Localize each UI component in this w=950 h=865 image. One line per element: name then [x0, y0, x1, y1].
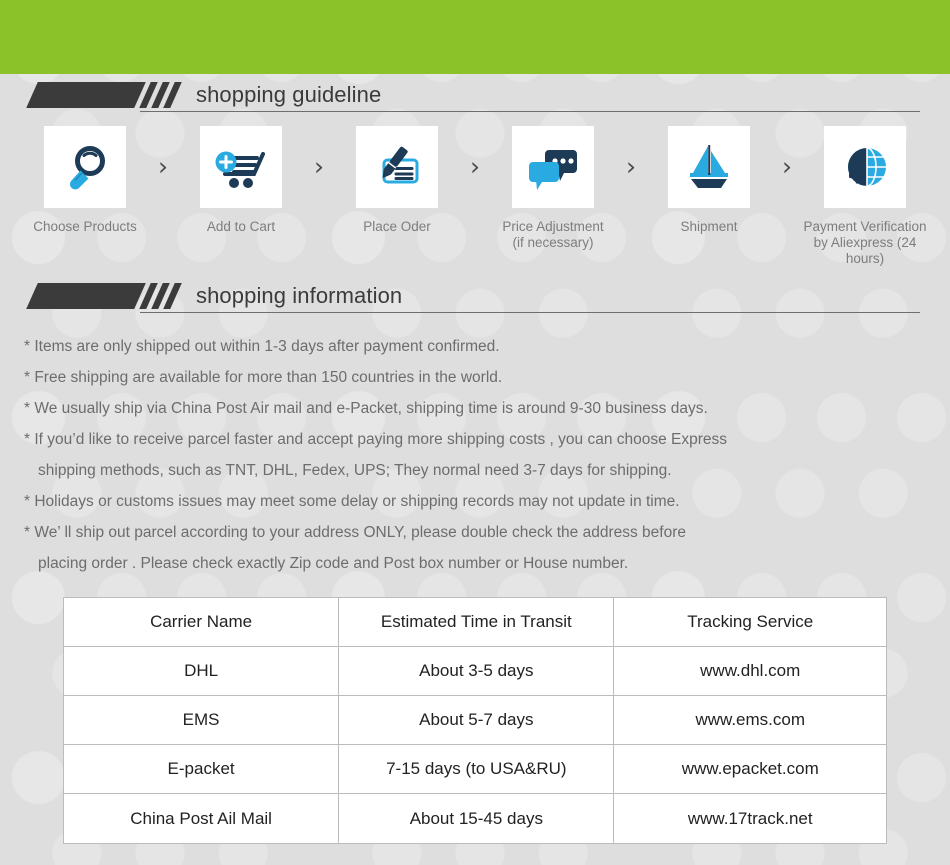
- step-label: Shipment: [680, 219, 738, 234]
- shipping-info-page: shopping guideline Choose Products › Add…: [0, 0, 950, 844]
- info-line: * If you’d like to receive parcel faster…: [24, 431, 728, 448]
- info-line: * Free shipping are available for more t…: [24, 369, 503, 386]
- section-header-guideline: shopping guideline: [22, 74, 920, 116]
- info-line: placing order . Please check exactly Zip…: [38, 555, 629, 572]
- step-choose-products[interactable]: Choose Products: [22, 126, 148, 235]
- sailboat-icon: [690, 145, 728, 188]
- add-to-cart-icon: [215, 151, 265, 188]
- section-title-information: shopping information: [196, 283, 403, 308]
- step-label: Choose Products: [33, 219, 137, 234]
- step-icon-box: [512, 126, 594, 208]
- table-cell-carrier: EMS: [64, 696, 340, 745]
- heading-block-shape: [26, 283, 146, 309]
- heading-decoration: [22, 82, 182, 108]
- step-label: Place Oder: [363, 219, 431, 234]
- table-header-cell: Tracking Service: [614, 598, 886, 647]
- table-cell-carrier: E-packet: [64, 745, 340, 794]
- heading-rule: [140, 111, 920, 112]
- step-icon-box: $: [824, 126, 906, 208]
- step-arrow-5: ›: [782, 152, 792, 181]
- heading-rule: [140, 312, 920, 313]
- svg-text:$: $: [847, 152, 868, 187]
- table-header-cell: Estimated Time in Transit: [339, 598, 615, 647]
- table-cell-tracking[interactable]: www.ems.com: [614, 696, 886, 745]
- table-cell-transit: 7-15 days (to USA&RU): [339, 745, 615, 794]
- step-shipment[interactable]: Shipment: [646, 126, 772, 235]
- table-cell-transit: About 3-5 days: [339, 647, 615, 696]
- step-price-adjustment[interactable]: Price Adjustment (if necessary): [490, 126, 616, 251]
- step-label: Price Adjustment (if necessary): [502, 219, 604, 250]
- shipping-info-list: * Items are only shipped out within 1-3 …: [24, 331, 926, 579]
- step-arrow-3: ›: [470, 152, 480, 181]
- section-title-guideline: shopping guideline: [196, 82, 382, 107]
- table-cell-tracking[interactable]: www.dhl.com: [614, 647, 886, 696]
- chat-bubbles-icon: [529, 150, 577, 190]
- step-icon-box: [356, 126, 438, 208]
- green-banner: [0, 0, 950, 74]
- pen-document-icon: [382, 146, 419, 184]
- table-cell-carrier: DHL: [64, 647, 340, 696]
- step-payment-verification[interactable]: $ Payment Verification by Aliexpress (24…: [802, 126, 928, 267]
- table-header-row: Carrier Name Estimated Time in Transit T…: [64, 598, 886, 647]
- table-cell-carrier: China Post Ail Mail: [64, 794, 340, 843]
- info-line: * We usually ship via China Post Air mai…: [24, 400, 708, 417]
- step-label: Add to Cart: [206, 219, 276, 234]
- step-arrow-1: ›: [158, 152, 168, 181]
- dollar-globe-icon: $: [847, 146, 886, 188]
- info-line: * Holidays or customs issues may meet so…: [24, 493, 680, 510]
- step-icon-box: [200, 126, 282, 208]
- table-row: China Post Ail Mail About 15-45 days www…: [64, 794, 886, 843]
- heading-block-shape: [26, 82, 146, 108]
- carrier-table: Carrier Name Estimated Time in Transit T…: [63, 597, 887, 844]
- step-label: Payment Verification by Aliexpress (24 h…: [803, 219, 927, 266]
- section-header-information: shopping information: [22, 275, 920, 317]
- table-header-cell: Carrier Name: [64, 598, 340, 647]
- table-row: DHL About 3-5 days www.dhl.com: [64, 647, 886, 696]
- step-icon-box: [668, 126, 750, 208]
- info-line: shipping methods, such as TNT, DHL, Fede…: [38, 462, 672, 479]
- step-arrow-2: ›: [314, 152, 324, 181]
- step-place-order[interactable]: Place Oder: [334, 126, 460, 235]
- table-cell-tracking[interactable]: www.17track.net: [614, 794, 886, 843]
- table-cell-transit: About 15-45 days: [339, 794, 615, 843]
- table-cell-tracking[interactable]: www.epacket.com: [614, 745, 886, 794]
- info-line: * Items are only shipped out within 1-3 …: [24, 338, 500, 355]
- step-add-to-cart[interactable]: Add to Cart: [178, 126, 304, 235]
- table-cell-transit: About 5-7 days: [339, 696, 615, 745]
- step-icon-box: [44, 126, 126, 208]
- step-arrow-4: ›: [626, 152, 636, 181]
- magnifier-icon: [69, 146, 105, 190]
- table-row: E-packet 7-15 days (to USA&RU) www.epack…: [64, 745, 886, 794]
- info-line: * We’ ll ship out parcel according to yo…: [24, 524, 687, 541]
- shopping-steps: Choose Products › Add to Cart › Place Od…: [0, 126, 950, 267]
- table-row: EMS About 5-7 days www.ems.com: [64, 696, 886, 745]
- heading-decoration: [22, 283, 182, 309]
